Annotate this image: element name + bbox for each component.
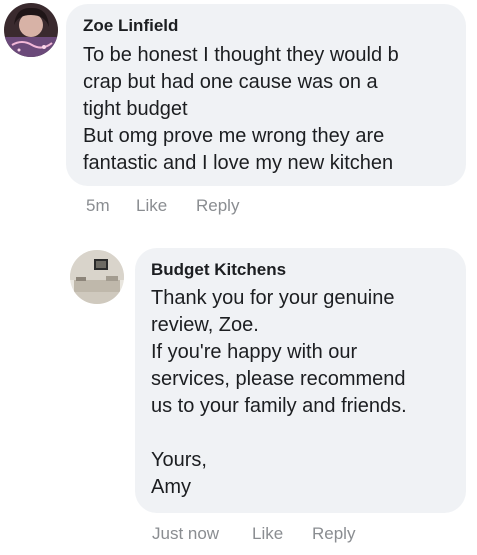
comment-body: Thank you for your genuine review, Zoe. … bbox=[151, 285, 456, 501]
comment-author[interactable]: Budget Kitchens bbox=[151, 259, 456, 281]
comment-text-line bbox=[151, 420, 456, 447]
comment-text-line: tight budget bbox=[83, 98, 188, 120]
comment-timestamp[interactable]: 5m bbox=[86, 196, 110, 216]
comment-thread: Zoe Linfield To be honest I thought they… bbox=[0, 0, 477, 555]
like-button[interactable]: Like bbox=[252, 524, 283, 544]
comment-text-line: Amy bbox=[151, 476, 191, 498]
reply-button[interactable]: Reply bbox=[312, 524, 355, 544]
comment-text-line: Thank you for your genuine bbox=[151, 287, 395, 309]
comment-bubble-zoe: Zoe Linfield To be honest I thought they… bbox=[66, 4, 466, 186]
comment-text-line: review, Zoe. bbox=[151, 314, 259, 336]
comment-text-line: us to your family and friends. bbox=[151, 395, 407, 417]
comment-text-line: services, please recommend bbox=[151, 368, 406, 390]
comment-text-line: Yours, bbox=[151, 449, 207, 471]
comment-body: To be honest I thought they would b crap… bbox=[83, 42, 451, 177]
reply-button[interactable]: Reply bbox=[196, 196, 239, 216]
comment-bubble-budget-kitchens: Budget Kitchens Thank you for your genui… bbox=[135, 248, 466, 513]
budget-kitchens-avatar[interactable] bbox=[70, 250, 124, 304]
comment-text-line: crap but had one cause was on a bbox=[83, 71, 378, 93]
comment-text-line: If you're happy with our bbox=[151, 341, 358, 363]
comment-text-line: To be honest I thought they would b bbox=[83, 44, 399, 66]
comment-author[interactable]: Zoe Linfield bbox=[83, 15, 451, 37]
comment-text-line: fantastic and I love my new kitchen bbox=[83, 152, 394, 174]
comment-timestamp[interactable]: Just now bbox=[152, 524, 219, 544]
zoe-avatar[interactable] bbox=[4, 3, 58, 57]
comment-text-line: But omg prove me wrong they are bbox=[83, 125, 385, 147]
like-button[interactable]: Like bbox=[136, 196, 167, 216]
